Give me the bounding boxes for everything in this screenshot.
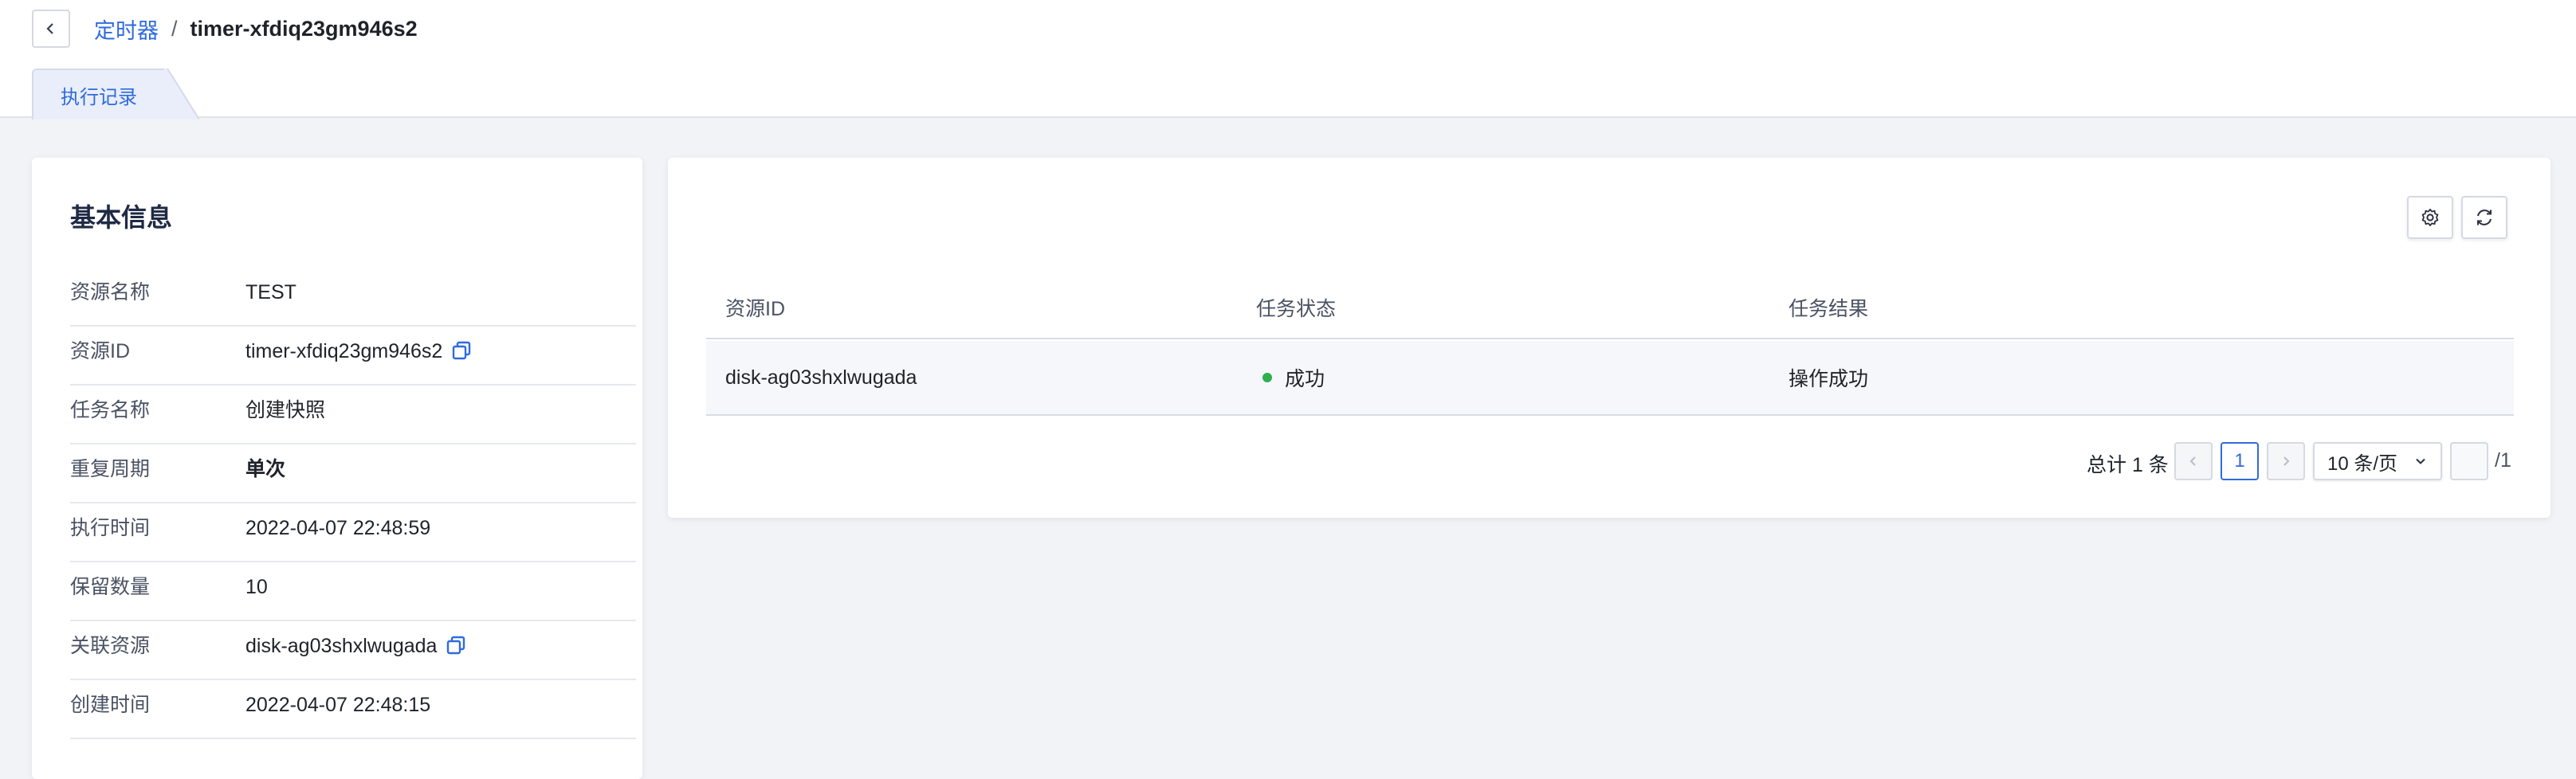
prev-page-button[interactable] (2174, 442, 2213, 480)
refresh-icon (2477, 209, 2492, 225)
table-header: 资源ID 任务状态 任务结果 (706, 277, 2514, 339)
info-row-execution-time: 执行时间 2022-04-07 22:48:59 (70, 503, 636, 562)
info-label: 关联资源 (70, 635, 151, 657)
breadcrumb-separator: / (171, 16, 178, 41)
chevron-right-icon (2283, 456, 2290, 466)
column-header-task-status[interactable]: 任务状态 (1256, 277, 1336, 338)
info-value: 单次 (245, 458, 286, 480)
info-label: 创建时间 (70, 694, 151, 716)
copy-icon[interactable] (445, 635, 467, 657)
cell-task-result: 操作成功 (1789, 368, 1869, 390)
info-value: 2022-04-07 22:48:59 (245, 517, 431, 539)
execution-records-card: 资源ID 任务状态 任务结果 disk-ag03shxlwugada 成功 操作… (668, 158, 2550, 518)
status-text: 成功 (1285, 368, 1325, 390)
total-count: 总计 1 条 (2087, 454, 2169, 476)
info-value: TEST (245, 281, 296, 303)
info-label: 资源ID (70, 340, 131, 362)
chevron-down-icon (2416, 458, 2425, 464)
breadcrumb: 定时器 / timer-xfdiq23gm946s2 (94, 11, 418, 46)
cell-task-status: 成功 (1256, 341, 1325, 414)
info-value-wrap: disk-ag03shxlwugada (245, 621, 467, 671)
page-size-select[interactable]: 10 条/页 (2313, 442, 2442, 480)
info-value-wrap: timer-xfdiq23gm946s2 (245, 327, 473, 376)
tab-execution-records[interactable]: 执行记录 (32, 69, 199, 119)
info-value: 创建快照 (245, 399, 326, 421)
info-value: disk-ag03shxlwugada (245, 635, 438, 657)
info-label: 保留数量 (70, 576, 151, 598)
info-row-resource-name: 资源名称 TEST (70, 268, 636, 327)
info-row-resource-id: 资源ID timer-xfdiq23gm946s2 (70, 327, 636, 386)
info-row-retention-count: 保留数量 10 (70, 562, 636, 621)
info-value: 2022-04-07 22:48:15 (245, 694, 431, 716)
info-row-created-time: 创建时间 2022-04-07 22:48:15 (70, 680, 636, 739)
info-row-repeat-cycle: 重复周期 单次 (70, 444, 636, 503)
page-number-button[interactable]: 1 (2221, 442, 2259, 480)
page-size-value: 10 条/页 (2327, 452, 2398, 475)
back-button[interactable] (32, 10, 70, 48)
table-row[interactable]: disk-ag03shxlwugada 成功 操作成功 (706, 341, 2514, 416)
next-page-button[interactable] (2267, 442, 2305, 480)
info-label: 执行时间 (70, 517, 151, 539)
basic-info-card: 基本信息 资源名称 TEST 资源ID timer-xfdiq23gm946s2… (32, 158, 642, 779)
page-jump-input[interactable] (2450, 442, 2488, 480)
chevron-left-icon (46, 23, 53, 34)
column-header-resource-id[interactable]: 资源ID (725, 277, 785, 338)
status-success-dot-icon (1262, 373, 1272, 382)
breadcrumb-timer-link[interactable]: 定时器 (94, 14, 159, 45)
info-row-task-name: 任务名称 创建快照 (70, 386, 636, 444)
info-label: 重复周期 (70, 458, 151, 480)
info-value: 10 (245, 576, 268, 598)
copy-icon[interactable] (450, 340, 473, 362)
info-label: 任务名称 (70, 399, 151, 421)
tab-label: 执行记录 (32, 69, 164, 119)
pagination: 总计 1 条 1 10 条/页 /1 (668, 441, 2550, 481)
cell-resource-id: disk-ag03shxlwugada (725, 366, 917, 389)
settings-button[interactable] (2407, 196, 2453, 239)
refresh-button[interactable] (2461, 196, 2507, 239)
total-pages: /1 (2495, 449, 2511, 472)
column-header-task-result[interactable]: 任务结果 (1789, 277, 1868, 338)
breadcrumb-current: timer-xfdiq23gm946s2 (190, 16, 418, 41)
info-value: timer-xfdiq23gm946s2 (245, 340, 443, 362)
top-bar: 定时器 / timer-xfdiq23gm946s2 执行记录 (0, 0, 2576, 119)
chevron-left-icon (2189, 456, 2196, 466)
basic-info-title: 基本信息 (70, 203, 173, 232)
tab-slant-decoration (164, 69, 199, 119)
info-label: 资源名称 (70, 281, 151, 303)
info-row-associated-resource: 关联资源 disk-ag03shxlwugada (70, 621, 636, 680)
gear-icon (2421, 209, 2439, 226)
